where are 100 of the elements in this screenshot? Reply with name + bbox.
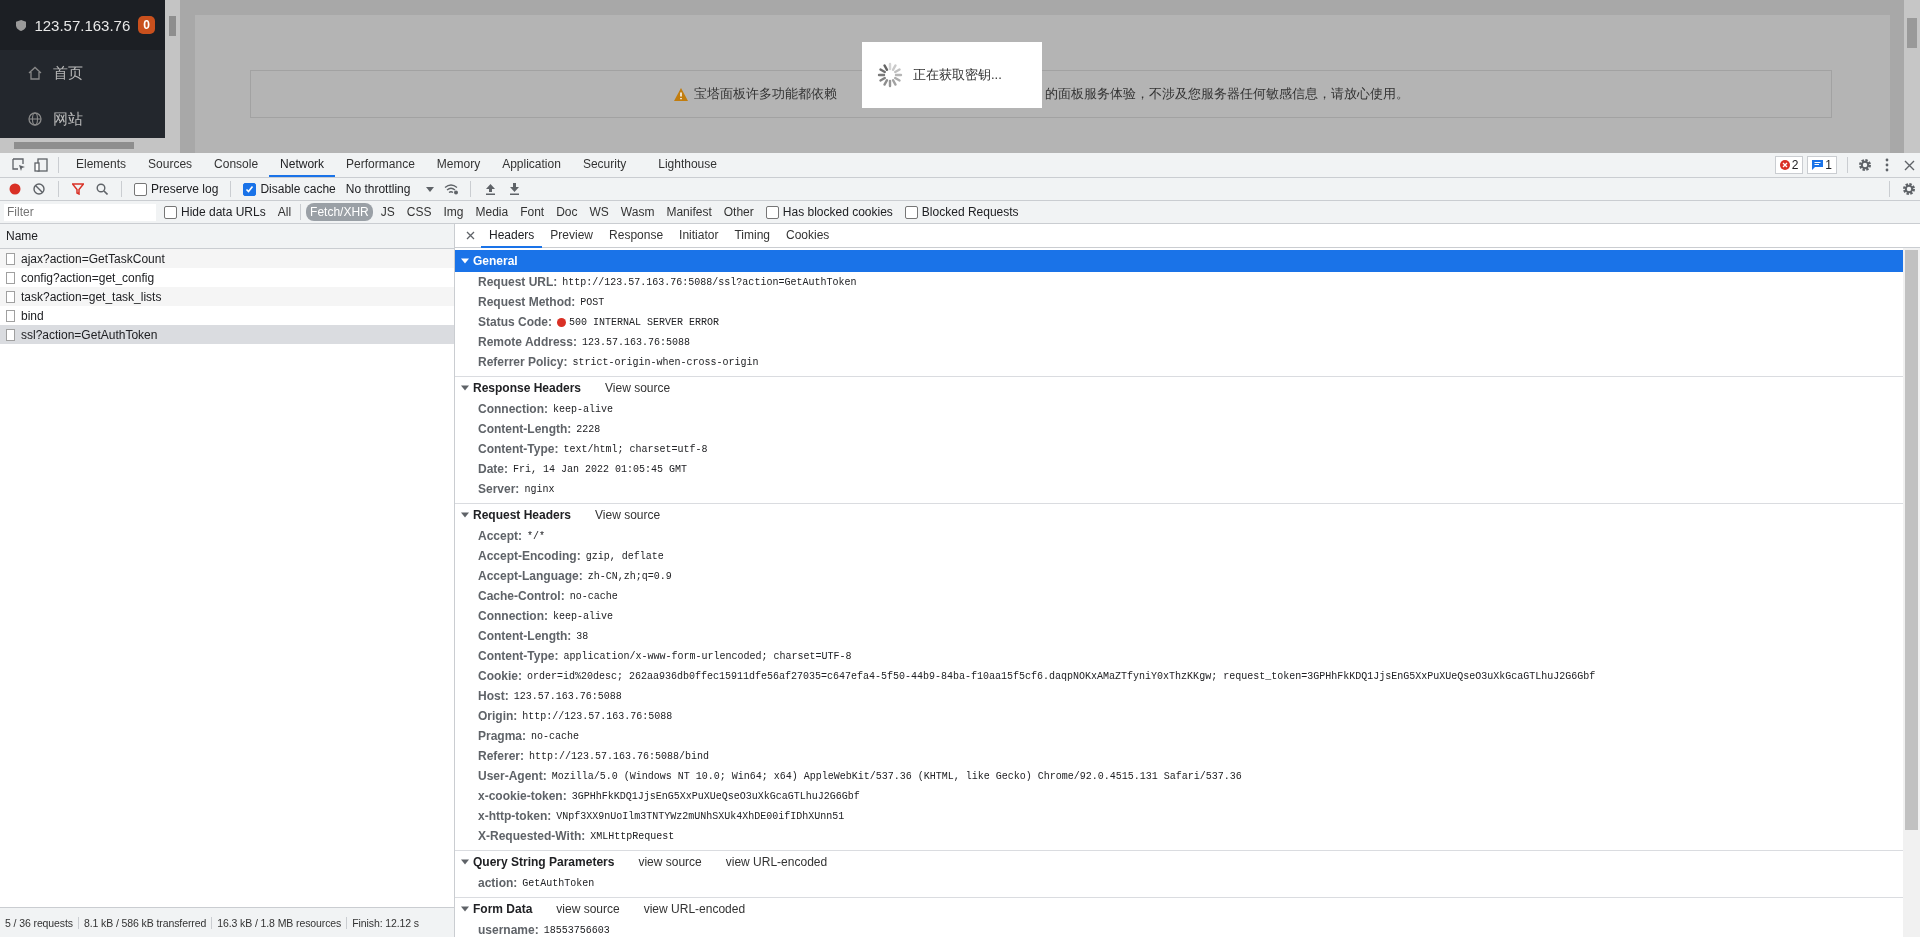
request-row[interactable]: task?action=get_task_lists <box>0 287 454 306</box>
type-filter[interactable]: CSS <box>402 203 436 221</box>
status-text: 8.1 kB / 586 kB transferred <box>78 916 213 929</box>
detail-tab[interactable]: Headers <box>481 223 543 248</box>
devtools-tab[interactable]: Lighthouse <box>647 153 728 177</box>
header-row-text: User-Agent: Mozilla/5.0 (Windows NT 10.0; Win64; x64) AppleWebKit/537.36 (KHTML, like Gecko) Chrome/92.0.4515.131 Safari/537.36 <box>477 768 1243 785</box>
request-row[interactable]: ajax?action=GetTaskCount <box>0 249 454 268</box>
devtools-tab[interactable]: Security <box>571 153 638 177</box>
shield-icon <box>16 17 27 33</box>
type-filter[interactable]: WS <box>585 203 613 221</box>
checkbox[interactable] <box>134 182 147 196</box>
message-counter[interactable]: 1 <box>1807 156 1837 174</box>
warning-icon <box>673 87 688 101</box>
detail-tab[interactable]: Timing <box>726 223 778 248</box>
detail-tab[interactable]: Response <box>601 223 672 248</box>
type-filter[interactable]: Wasm <box>616 203 659 221</box>
type-filter[interactable]: Img <box>439 203 468 221</box>
message-icon <box>1812 160 1824 170</box>
view-source-link[interactable]: view URL-encoded <box>725 855 828 869</box>
header-row-text: Accept: */* <box>477 528 547 545</box>
header-row-text: Accept-Encoding: gzip, deflate <box>477 548 665 565</box>
header-row-text: Remote Address: 123.57.163.76:5088 <box>477 334 691 351</box>
type-filter[interactable]: JS <box>376 203 399 221</box>
type-filter[interactable]: Media <box>471 203 513 221</box>
header-row-text: Content-Length: 38 <box>477 628 590 645</box>
scrollbar[interactable] <box>1903 248 1920 937</box>
checkbox-label[interactable]: Preserve log <box>151 182 219 196</box>
column-header[interactable]: Name <box>0 224 454 249</box>
notification-badge[interactable]: 0 <box>138 16 155 34</box>
checkbox[interactable] <box>164 205 177 219</box>
detail-tab[interactable]: Preview <box>542 223 602 248</box>
globe-icon <box>27 111 43 127</box>
type-filter[interactable]: Font <box>516 203 549 221</box>
header-row-text: Content-Length: 2228 <box>477 421 602 438</box>
view-source-link[interactable]: View source <box>605 381 671 395</box>
section-header[interactable]: Form Data view source view URL-encoded <box>455 898 1903 920</box>
view-source-link[interactable]: view source <box>556 902 620 916</box>
checkbox-label[interactable]: Hide data URLs <box>181 205 266 219</box>
devtools-tab[interactable]: Sources <box>137 153 204 177</box>
checkbox[interactable] <box>904 205 918 219</box>
header-row-text: Host: 123.57.163.76:5088 <box>477 688 623 705</box>
notice-text: 宝塔面板许多功能都依赖 <box>693 85 837 103</box>
devtools-tab[interactable]: Console <box>203 153 270 177</box>
header-row-text: Accept-Language: zh-CN,zh;q=0.9 <box>477 568 673 585</box>
status-text: 5 / 36 requests <box>0 916 79 929</box>
throttling-dropdown[interactable]: No throttling <box>341 182 439 196</box>
record-button[interactable] <box>9 183 21 195</box>
collapse-triangle-icon[interactable] <box>461 384 469 392</box>
error-counter[interactable]: 2 <box>1774 156 1804 174</box>
devtools-tab[interactable]: Elements <box>65 153 138 177</box>
sidebar-item[interactable]: 网站 <box>0 96 165 142</box>
section-header[interactable]: General <box>455 250 1903 272</box>
header-row-text: Pragma: no-cache <box>477 728 581 745</box>
scrollbar[interactable] <box>1904 0 1920 153</box>
request-row[interactable]: bind <box>0 306 454 325</box>
view-source-link[interactable]: view source <box>638 855 702 869</box>
type-filter[interactable]: All <box>273 203 296 221</box>
collapse-triangle-icon[interactable] <box>461 858 469 866</box>
devtools-tab[interactable]: Application <box>491 153 572 177</box>
detail-tab[interactable]: Initiator <box>671 223 727 248</box>
filter-field[interactable]: Filter <box>4 203 156 221</box>
collapse-triangle-icon[interactable] <box>461 905 469 913</box>
checkbox-label[interactable]: Has blocked cookies <box>782 205 893 219</box>
header-row-text: Origin: http://123.57.163.76:5088 <box>477 708 674 725</box>
home-icon <box>27 65 43 81</box>
scrollbar[interactable] <box>0 138 180 153</box>
notice-text: 的面板服务体验，不涉及您服务器任何敏感信息，请放心使用。 <box>1044 85 1409 103</box>
checkbox-label[interactable]: Blocked Requests <box>921 205 1019 219</box>
type-filter[interactable]: Doc <box>552 203 582 221</box>
status-text: 16.3 kB / 1.8 MB resources <box>212 916 348 929</box>
devtools-tab[interactable]: Performance <box>335 153 426 177</box>
header-row-text: X-Requested-With: XMLHttpRequest <box>477 828 676 845</box>
section-header[interactable]: Request Headers View source <box>455 504 1903 526</box>
header-row-text: Content-Type: application/x-www-form-urlencoded; charset=UTF-8 <box>477 648 853 665</box>
view-source-link[interactable]: view URL-encoded <box>643 902 746 916</box>
devtools-tab[interactable]: Memory <box>425 153 492 177</box>
checkbox[interactable] <box>765 205 779 219</box>
file-icon <box>6 328 15 341</box>
detail-tab[interactable]: Cookies <box>778 223 838 248</box>
view-source-link[interactable]: View source <box>595 508 661 522</box>
section-header[interactable]: Query String Parameters view source view URL-encoded <box>455 851 1903 873</box>
request-row[interactable]: config?action=get_config <box>0 268 454 287</box>
file-icon <box>6 309 15 322</box>
header-row-text: Cache-Control: no-cache <box>477 588 619 605</box>
collapse-triangle-icon[interactable] <box>461 511 469 519</box>
file-icon <box>6 271 15 284</box>
header-row-text: Cookie: order=id%20desc; 262aa936db0ffec15911dfe56af27035=c647efa4-5f50-44b9-84ba-f10aa15f5cf6.daqpNOKxAMaZTfyniY0xThzKKgw; request_token=3GPHhFkKDQ1JjsEnG5XxPuXUeQseO3uXkGcaGTLhuJ2G6Gbf <box>477 668 1597 685</box>
header-row-text: action: GetAuthToken <box>477 875 596 892</box>
spinner-icon <box>877 62 903 88</box>
type-filter[interactable]: Manifest <box>662 203 716 221</box>
sidebar-item[interactable]: 首页 <box>0 50 165 96</box>
file-icon <box>6 290 15 303</box>
section-header[interactable]: Response Headers View source <box>455 377 1903 399</box>
type-filter[interactable]: Other <box>719 203 758 221</box>
scrollbar[interactable] <box>165 0 180 138</box>
collapse-triangle-icon[interactable] <box>461 257 469 265</box>
checkbox[interactable] <box>243 182 257 196</box>
checkbox-label[interactable]: Disable cache <box>260 182 336 196</box>
request-row[interactable]: ssl?action=GetAuthToken <box>0 325 454 344</box>
header-row-text: Connection: keep-alive <box>477 401 614 418</box>
